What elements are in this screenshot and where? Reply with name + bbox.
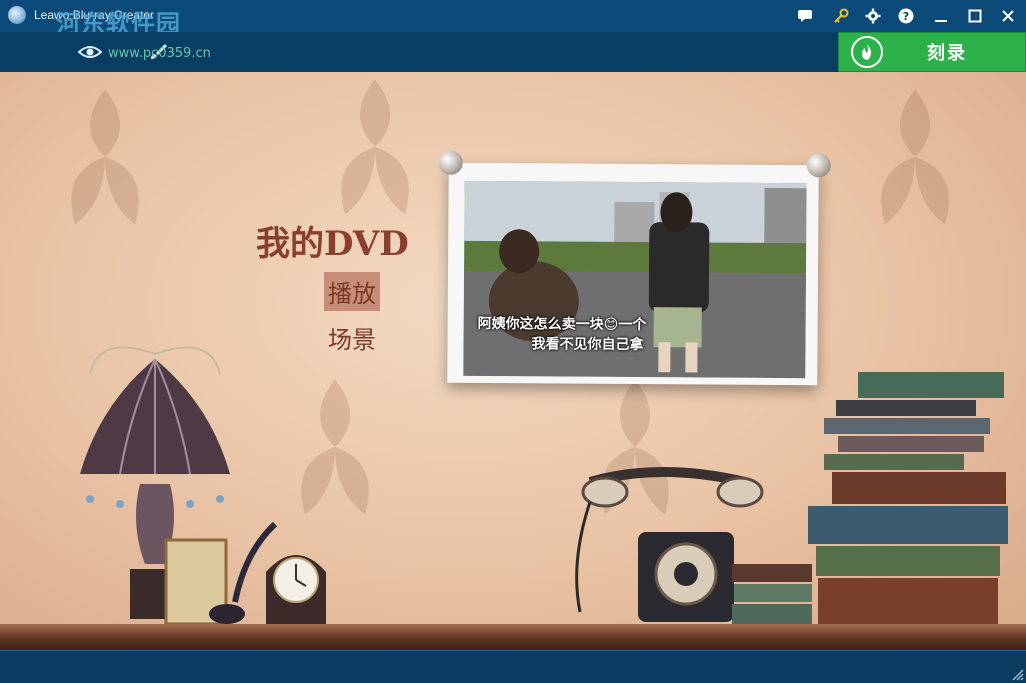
pin-left (438, 150, 463, 175)
wallpaper-ornament (881, 89, 949, 225)
gear-icon[interactable] (860, 4, 886, 28)
minimize-icon[interactable] (928, 4, 954, 28)
video-thumbnail: 阿姨你这怎么卖一块😊一个 我看不见你自己拿 (463, 180, 807, 379)
dvd-menu-preview: 我的DVD 播放 场景 阿姨你这怎么卖一块😊一个 我看不见你自己拿 (0, 72, 1026, 650)
feedback-icon[interactable] (792, 4, 818, 28)
caption-line2: 我看不见你自己拿 (531, 336, 644, 354)
shelf (0, 624, 1026, 650)
caption-line1: 阿姨你这怎么卖一块😊一个 (477, 315, 647, 334)
burn-label: 刻录 (927, 43, 967, 64)
small-book-stack (732, 564, 812, 624)
menu-item-scenes[interactable]: 场景 (324, 318, 380, 357)
close-icon[interactable] (995, 4, 1021, 28)
book-stack-decoration (808, 372, 1008, 626)
key-icon[interactable] (828, 4, 854, 28)
title-bar: Leawo Blu-ray Creator 河东软件园 ? (0, 0, 1026, 38)
menu-title: 我的DVD (256, 224, 409, 264)
flame-icon (851, 36, 883, 68)
status-bar (0, 650, 1026, 683)
watermark-url: www.pc0359.cn (108, 46, 211, 61)
wallpaper-ornament (301, 379, 369, 515)
resize-grip-icon[interactable] (1010, 667, 1024, 681)
maximize-icon[interactable] (962, 4, 988, 28)
help-icon[interactable]: ? (893, 4, 919, 28)
menu-item-play[interactable]: 播放 (324, 272, 380, 311)
eye-icon[interactable] (76, 38, 104, 66)
burn-button[interactable]: 刻录 (838, 32, 1026, 72)
pin-right (806, 153, 831, 178)
svg-text:?: ? (903, 10, 909, 23)
clock-decoration (266, 555, 326, 626)
photo-frame: 阿姨你这怎么卖一块😊一个 我看不见你自己拿 (438, 150, 831, 386)
wallpaper-ornament (341, 79, 409, 215)
wallpaper-ornament (71, 89, 139, 225)
app-logo-icon (8, 6, 26, 24)
